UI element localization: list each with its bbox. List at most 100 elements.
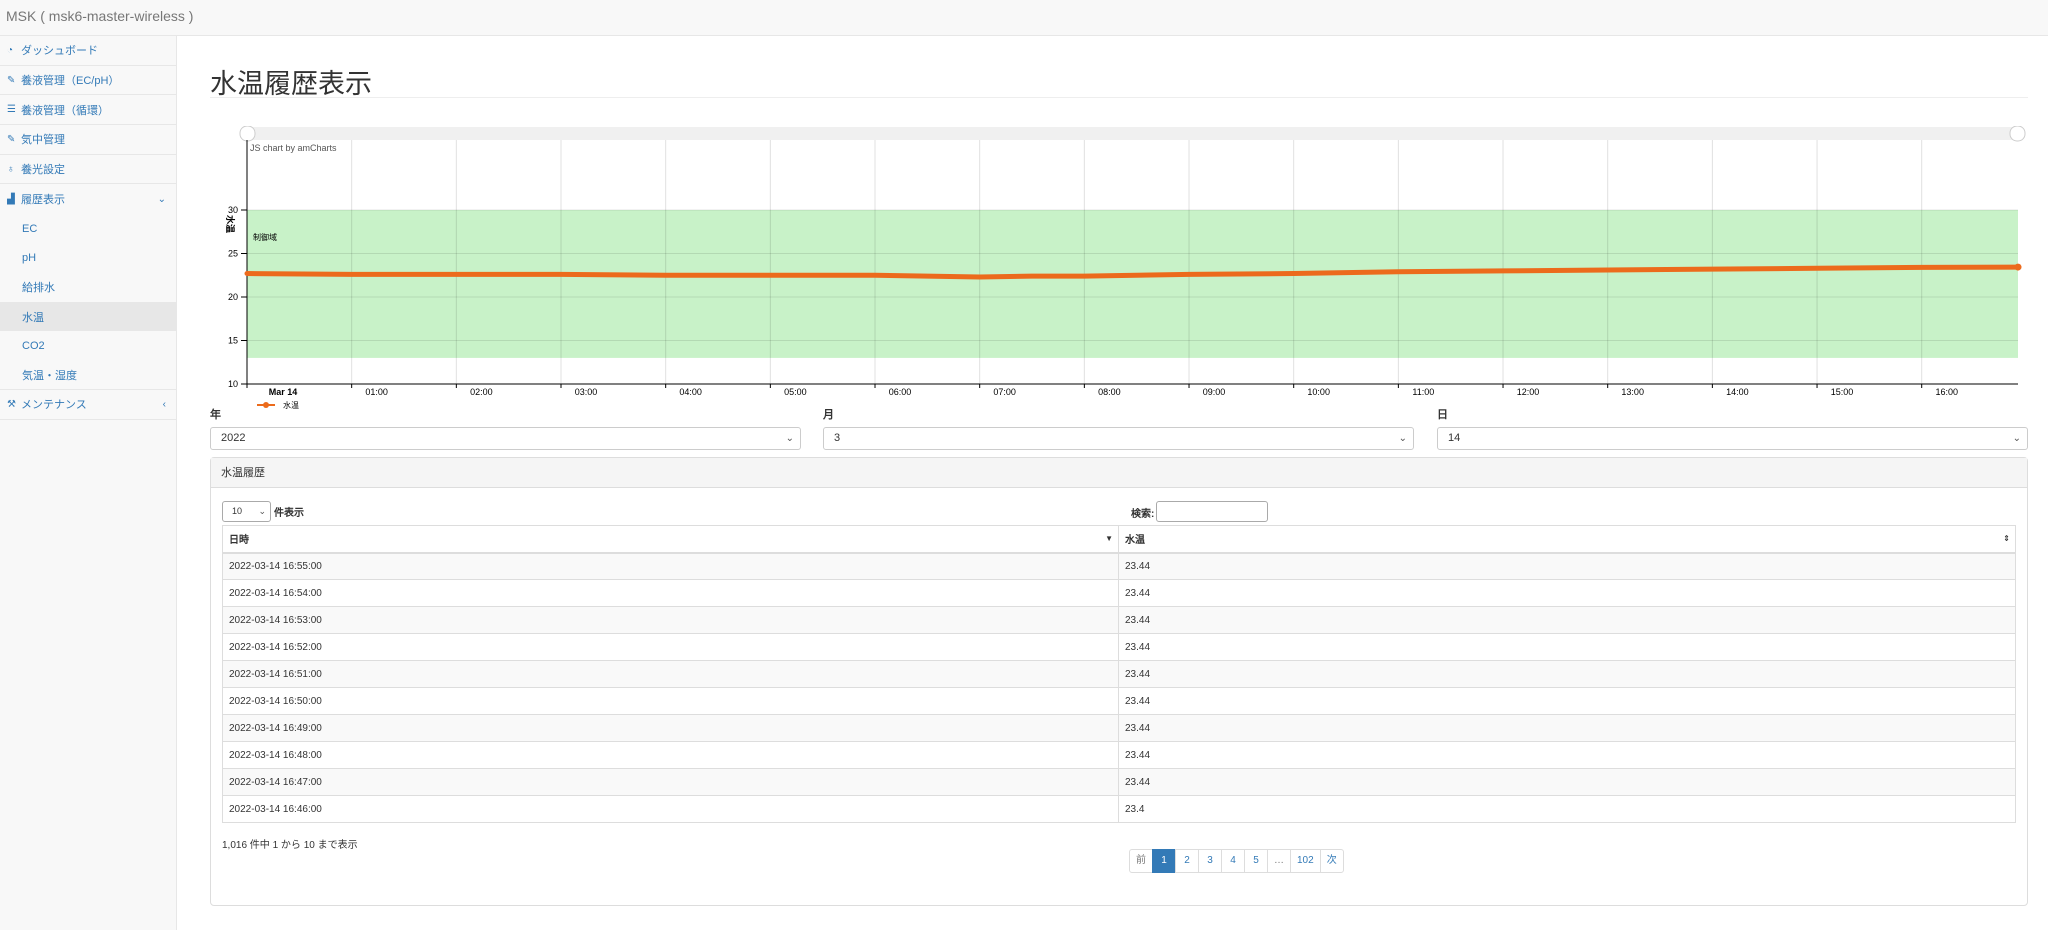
page-length-select[interactable]: 10 ⌄ bbox=[222, 501, 271, 522]
list-icon: ☰ bbox=[7, 104, 16, 116]
app-title[interactable]: MSK ( msk6-master-wireless ) bbox=[6, 8, 193, 24]
next-page-button[interactable]: 次 bbox=[1319, 849, 1344, 873]
page-ellipsis: … bbox=[1267, 849, 1291, 873]
page-length-value: 10 bbox=[232, 506, 243, 516]
cell-datetime: 2022-03-14 16:52:00 bbox=[222, 633, 1119, 661]
search-input[interactable] bbox=[1156, 501, 1268, 522]
chevron-down-icon: ⌄ bbox=[785, 433, 794, 444]
cell-water-temp: 23.44 bbox=[1118, 660, 2016, 688]
column-header-datetime[interactable]: 日時 ▼ bbox=[222, 525, 1119, 554]
cell-datetime: 2022-03-14 16:46:00 bbox=[222, 795, 1119, 823]
scrollbar-right-grip-icon[interactable] bbox=[2009, 126, 2026, 142]
cell-datetime: 2022-03-14 16:51:00 bbox=[222, 660, 1119, 688]
cell-water-temp: 23.44 bbox=[1118, 579, 2016, 607]
x-tick-label: 08:00 bbox=[1098, 387, 1121, 397]
year-select-value: 2022 bbox=[221, 432, 246, 444]
x-tick-label: 05:00 bbox=[784, 387, 807, 397]
series-end-point bbox=[2014, 263, 2022, 271]
panel-heading: 水温履歴 bbox=[211, 458, 2027, 488]
sidebar-item-nutrient-ecph[interactable]: ✎ 養液管理（EC/pH） bbox=[0, 66, 176, 96]
sidebar-item-history[interactable]: ▟ 履歴表示 ⌄ bbox=[0, 184, 176, 214]
sidebar-item-label: 養液管理（循環） bbox=[21, 104, 109, 117]
sidebar-subitem-water-temp[interactable]: 水温 bbox=[0, 302, 176, 332]
x-tick-label: 12:00 bbox=[1517, 387, 1540, 397]
day-select-value: 14 bbox=[1448, 432, 1461, 444]
year-select[interactable]: 2022 ⌄ bbox=[210, 427, 801, 450]
page-button[interactable]: 4 bbox=[1221, 849, 1245, 873]
pencil-icon: ✎ bbox=[7, 74, 16, 86]
sort-desc-icon: ▼ bbox=[1105, 534, 1113, 543]
chevron-down-icon: ⌄ bbox=[1398, 433, 1407, 444]
page-button[interactable]: 2 bbox=[1175, 849, 1199, 873]
scrollbar-left-grip-icon[interactable] bbox=[239, 126, 256, 142]
cell-water-temp: 23.44 bbox=[1118, 606, 2016, 634]
y-tick-label: 30 bbox=[228, 205, 238, 215]
search-label: 検索: bbox=[1131, 509, 1155, 520]
cell-water-temp: 23.44 bbox=[1118, 633, 2016, 661]
sidebar-subitem-co2[interactable]: CO2 bbox=[0, 331, 176, 360]
guide-label: 制御域 bbox=[253, 232, 277, 242]
sort-both-icon: ⇕ bbox=[2003, 534, 2010, 543]
y-tick-label: 10 bbox=[228, 379, 238, 389]
month-filter: 月 3 ⌄ bbox=[823, 406, 1414, 450]
page-button[interactable]: 3 bbox=[1198, 849, 1222, 873]
table-row: 2022-03-14 16:48:00 23.44 bbox=[222, 741, 2016, 769]
sidebar-subitem-temp-humidity[interactable]: 気温・湿度 bbox=[0, 361, 176, 390]
day-filter: 日 14 ⌄ bbox=[1437, 406, 2028, 450]
x-tick-label: 11:00 bbox=[1412, 387, 1434, 397]
sidebar-subitem-water-supply[interactable]: 給排水 bbox=[0, 273, 176, 302]
page-title: 水温履歴表示 bbox=[210, 69, 372, 100]
day-label: 日 bbox=[1437, 409, 1448, 421]
month-label: 月 bbox=[823, 409, 834, 421]
sidebar-subitem-label: pH bbox=[22, 252, 37, 265]
cell-datetime: 2022-03-14 16:50:00 bbox=[222, 687, 1119, 715]
sidebar-subitem-label: 気温・湿度 bbox=[22, 369, 77, 382]
sidebar-item-dashboard[interactable]: ◔ ダッシュボード bbox=[0, 36, 176, 66]
year-filter: 年 2022 ⌄ bbox=[210, 406, 801, 450]
chevron-down-icon: ⌄ bbox=[157, 193, 166, 205]
x-tick-label: 16:00 bbox=[1935, 387, 1958, 397]
sidebar-subitem-label: CO2 bbox=[22, 339, 45, 352]
cell-water-temp: 23.44 bbox=[1118, 687, 2016, 715]
chart-scrollbar-track bbox=[247, 127, 2018, 140]
page-button[interactable]: 1 bbox=[1152, 849, 1176, 873]
pagination: 前 1 2 3 4 5… 102 次 bbox=[1129, 849, 1344, 873]
cell-water-temp: 23.4 bbox=[1118, 795, 2016, 823]
sidebar-item-air[interactable]: ✎ 気中管理 bbox=[0, 125, 176, 155]
cell-datetime: 2022-03-14 16:48:00 bbox=[222, 741, 1119, 769]
control-range-band bbox=[247, 210, 2018, 358]
sidebar-item-label: 履歴表示 bbox=[21, 194, 65, 207]
cell-water-temp: 23.44 bbox=[1118, 714, 2016, 742]
page-button[interactable]: 102 bbox=[1290, 849, 1321, 873]
x-tick-label: 13:00 bbox=[1621, 387, 1644, 397]
month-select[interactable]: 3 ⌄ bbox=[823, 427, 1414, 450]
sidebar-item-label: 気中管理 bbox=[21, 134, 65, 147]
x-tick-label: 15:00 bbox=[1831, 387, 1854, 397]
day-select[interactable]: 14 ⌄ bbox=[1437, 427, 2028, 450]
water-temp-chart: 10 15 20 25 30 Mar 14 01:00 02:00 03:00 04:00 05:0… bbox=[225, 126, 2026, 410]
x-tick-label: Mar 14 bbox=[269, 387, 298, 397]
title-divider bbox=[210, 97, 2028, 98]
sidebar-subitem-ph[interactable]: pH bbox=[0, 243, 176, 272]
chevron-down-icon: ⌄ bbox=[2012, 433, 2021, 444]
wrench-icon: ⚒ bbox=[7, 398, 16, 410]
sidebar-item-label: 養光設定 bbox=[21, 164, 65, 177]
dashboard-icon: ◔ bbox=[7, 44, 14, 56]
table-row: 2022-03-14 16:54:00 23.44 bbox=[222, 579, 2016, 607]
x-tick-label: 14:00 bbox=[1726, 387, 1749, 397]
sidebar-item-maintenance[interactable]: ⚒ メンテナンス ‹ bbox=[0, 390, 176, 420]
page-button[interactable]: 5 bbox=[1244, 849, 1268, 873]
sidebar-subitem-label: EC bbox=[22, 222, 38, 235]
sidebar-subitem-ec[interactable]: EC bbox=[0, 214, 176, 243]
sidebar-item-light[interactable]: ♁ 養光設定 bbox=[0, 155, 176, 185]
prev-page-button[interactable]: 前 bbox=[1129, 849, 1153, 873]
page-length-label: 件表示 bbox=[274, 508, 304, 519]
sidebar-item-nutrient-circulation[interactable]: ☰ 養液管理（循環） bbox=[0, 95, 176, 126]
history-table-body: 2022-03-14 16:55:00 23.44 2022-03-14 16:54… bbox=[222, 552, 2016, 823]
x-tick-label: 09:00 bbox=[1203, 387, 1226, 397]
month-select-value: 3 bbox=[834, 432, 841, 444]
column-header-label: 日時 bbox=[229, 535, 249, 547]
column-header-water-temp[interactable]: 水温 ⇕ bbox=[1118, 525, 2016, 554]
chevron-left-icon: ‹ bbox=[162, 398, 166, 410]
cell-datetime: 2022-03-14 16:47:00 bbox=[222, 768, 1119, 796]
